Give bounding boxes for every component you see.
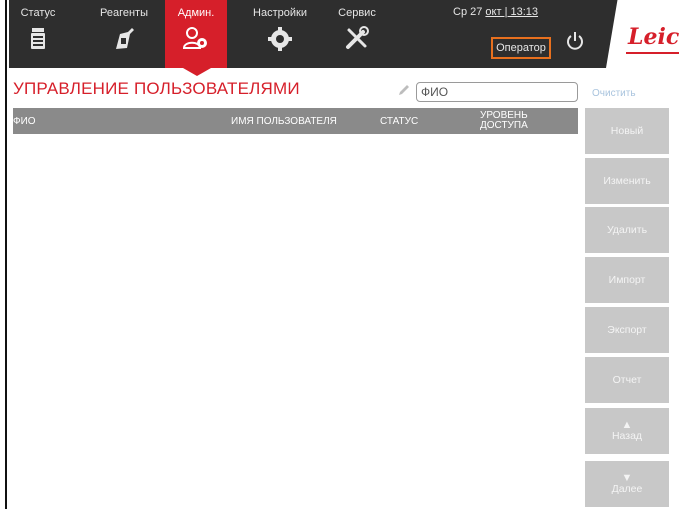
name-search-input[interactable] bbox=[416, 82, 578, 102]
reagents-icon bbox=[116, 28, 134, 49]
clear-button[interactable]: Очистить bbox=[592, 88, 636, 99]
nav-item-label: Реагенты bbox=[100, 7, 148, 19]
active-tab-indicator bbox=[183, 68, 211, 76]
import-button[interactable]: Импорт bbox=[585, 257, 669, 303]
nav-item-status[interactable]: Статус bbox=[9, 0, 67, 68]
current-user-button[interactable]: Оператор bbox=[491, 37, 551, 59]
top-nav-bar: Статус Реагенты Админ. Настройки Сервис … bbox=[9, 0, 679, 68]
left-frame-border bbox=[0, 0, 7, 509]
power-icon[interactable] bbox=[565, 30, 585, 52]
delete-user-label: Удалить bbox=[606, 224, 648, 236]
nav-item-settings[interactable]: Настройки bbox=[249, 0, 311, 68]
edit-user-label: Изменить bbox=[603, 175, 651, 187]
service-icon bbox=[346, 26, 369, 49]
nav-item-label: Админ. bbox=[177, 7, 215, 19]
users-table-header: ФИО ИМЯ ПОЛЬЗОВАТЕЛЯ СТАТУС УРОВЕНЬ ДОСТ… bbox=[13, 108, 578, 134]
export-label: Экспорт bbox=[607, 324, 647, 336]
nav-item-service[interactable]: Сервис bbox=[327, 0, 387, 68]
logo-underline bbox=[626, 52, 679, 54]
status-icon bbox=[31, 28, 45, 49]
pencil-icon bbox=[399, 85, 409, 95]
column-header-access-level-line2: ДОСТУПА bbox=[480, 120, 528, 131]
nav-item-label: Сервис bbox=[338, 7, 376, 19]
page-next-button[interactable]: ▼ Далее bbox=[585, 461, 669, 507]
column-header-username[interactable]: ИМЯ ПОЛЬЗОВАТЕЛЯ bbox=[231, 108, 337, 134]
settings-icon bbox=[268, 27, 292, 51]
export-button[interactable]: Экспорт bbox=[585, 307, 669, 353]
page-title: УПРАВЛЕНИЕ ПОЛЬЗОВАТЕЛЯМИ bbox=[13, 79, 300, 98]
datetime[interactable]: Ср 27 окт | 13:13 bbox=[453, 6, 563, 18]
edit-user-button[interactable]: Изменить bbox=[585, 158, 669, 204]
admin-icon bbox=[182, 27, 207, 49]
page-back-label: Назад bbox=[611, 430, 643, 442]
nav-item-label: Статус bbox=[20, 7, 56, 19]
report-label: Отчет bbox=[612, 374, 642, 386]
nav-item-admin[interactable]: Админ. bbox=[165, 0, 227, 68]
arrow-down-icon: ▼ bbox=[621, 472, 633, 484]
report-button[interactable]: Отчет bbox=[585, 357, 669, 403]
nav-item-reagents[interactable]: Реагенты bbox=[89, 0, 159, 68]
page-next-label: Далее bbox=[611, 483, 643, 495]
delete-user-button[interactable]: Удалить bbox=[585, 207, 669, 253]
arrow-up-icon: ▲ bbox=[621, 419, 633, 431]
logo-area: Leica bbox=[606, 0, 679, 68]
column-header-status[interactable]: СТАТУС bbox=[380, 108, 418, 134]
nav-item-label: Настройки bbox=[253, 7, 307, 19]
column-header-fullname[interactable]: ФИО bbox=[13, 108, 36, 134]
leica-logo: Leica bbox=[628, 24, 679, 50]
datetime-time: окт | 13:13 bbox=[485, 6, 539, 18]
page-back-button[interactable]: ▲ Назад bbox=[585, 408, 669, 454]
new-user-label: Новый bbox=[610, 125, 644, 137]
column-header-access-level[interactable]: УРОВЕНЬ ДОСТУПА bbox=[480, 108, 528, 134]
new-user-button[interactable]: Новый bbox=[585, 108, 669, 154]
datetime-day: Ср 27 bbox=[453, 6, 483, 18]
import-label: Импорт bbox=[608, 274, 646, 286]
